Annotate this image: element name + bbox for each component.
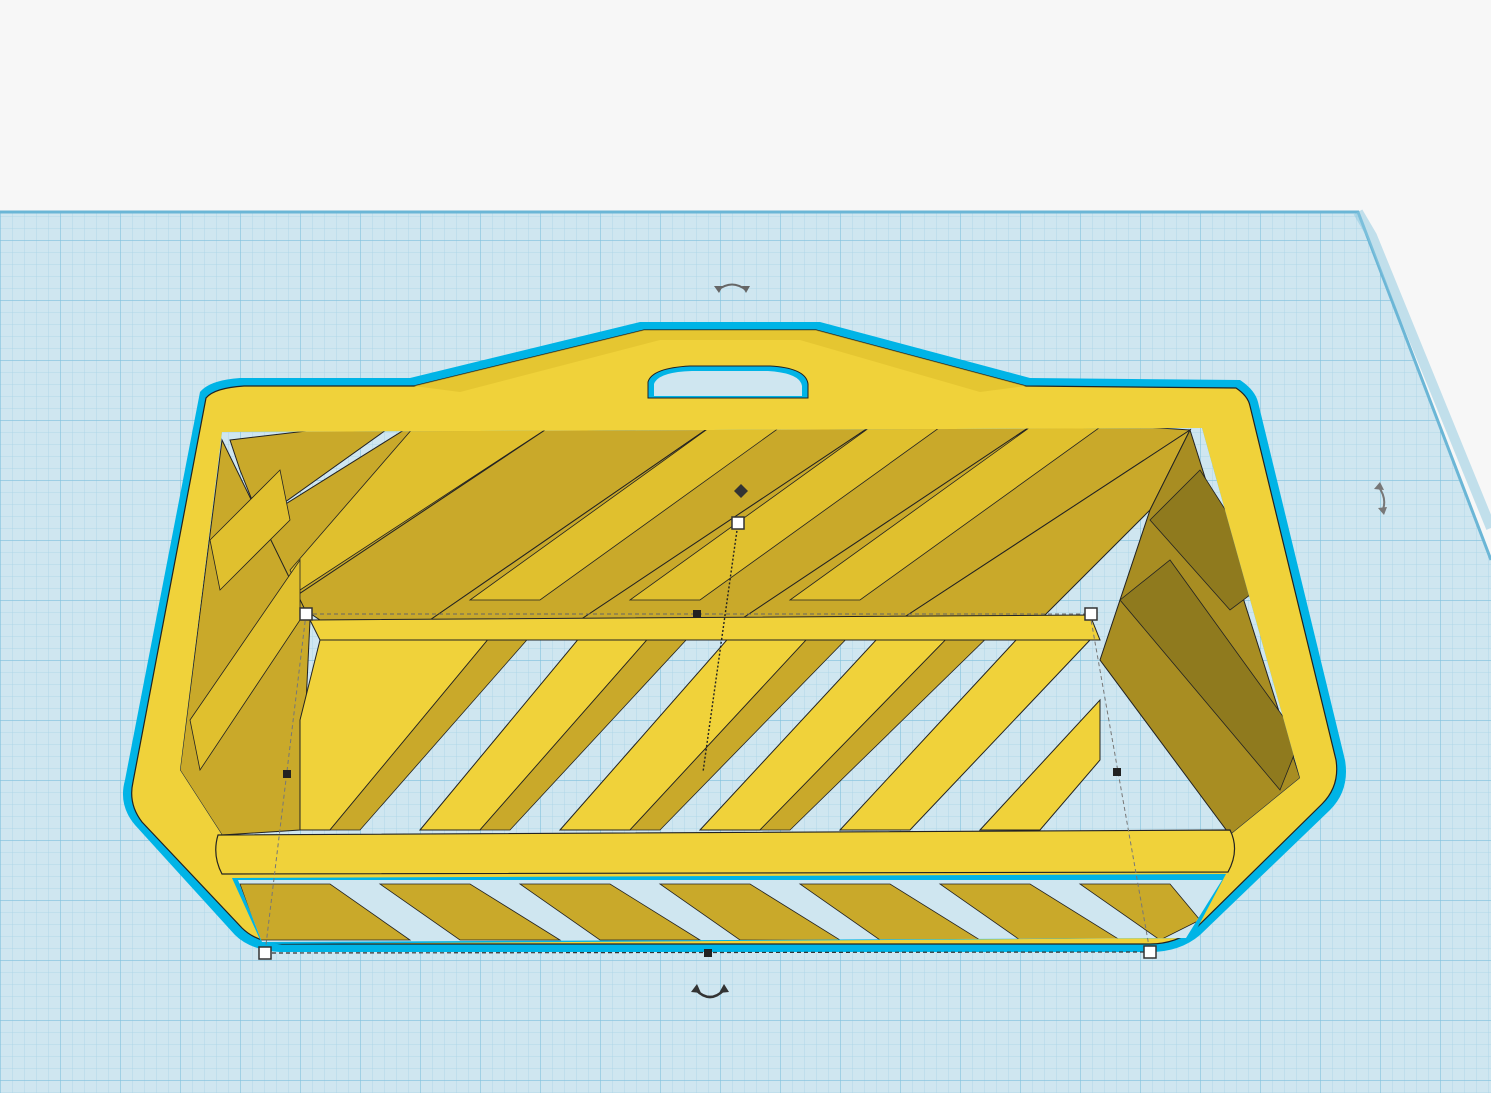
resize-handle-back-mid[interactable] xyxy=(693,610,701,618)
basket-object[interactable] xyxy=(122,322,1346,952)
resize-handle-right-mid[interactable] xyxy=(1113,768,1121,776)
3d-viewport[interactable] xyxy=(0,0,1491,1093)
height-handle[interactable] xyxy=(731,516,745,530)
resize-handle-front-left[interactable] xyxy=(258,946,272,960)
resize-handle-front-right[interactable] xyxy=(1143,945,1157,959)
resize-handle-back-left[interactable] xyxy=(299,607,313,621)
resize-handle-front-mid[interactable] xyxy=(704,949,712,957)
resize-handle-back-right[interactable] xyxy=(1084,607,1098,621)
scene-canvas[interactable] xyxy=(0,0,1491,1093)
resize-handle-left-mid[interactable] xyxy=(283,770,291,778)
